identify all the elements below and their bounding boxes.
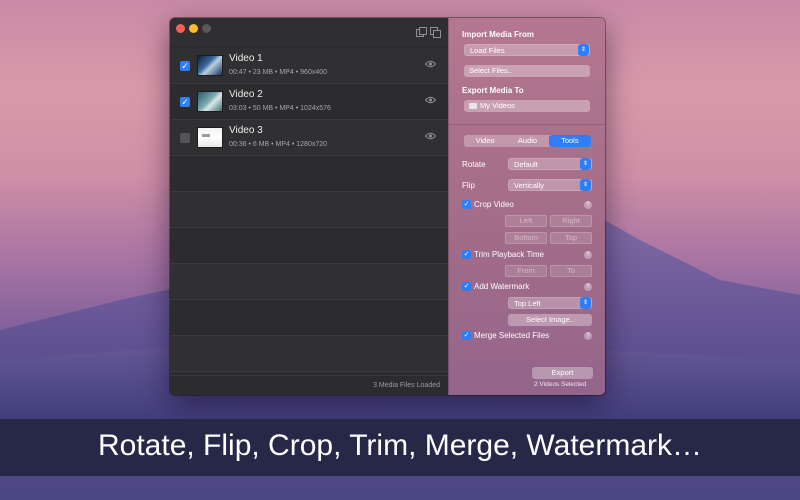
flip-value: Vertically [514, 181, 545, 190]
chevron-updown-icon: ⇕ [580, 158, 591, 170]
merge-label: Merge Selected Files [474, 331, 550, 340]
list-item[interactable]: ✓ Video 1 00:47 • 23 MB • MP4 • 960x400 [170, 48, 448, 84]
select-checkbox[interactable]: ✓ [180, 97, 190, 107]
video-thumbnail [197, 55, 223, 76]
videos-selected-status: 2 Videos Selected [534, 381, 587, 388]
rotate-label: Rotate [462, 160, 486, 169]
video-meta: 00:36 • 6 MB • MP4 • 1280x720 [229, 141, 328, 148]
chevron-updown-icon: ⇕ [580, 297, 591, 309]
merge-checkbox[interactable]: ✓ [462, 331, 471, 340]
list-item[interactable]: ✓ Video 2 03:03 • 50 MB • MP4 • 1024x576 [170, 84, 448, 120]
tab-audio[interactable]: Audio [506, 135, 548, 147]
export-button[interactable]: Export [532, 367, 593, 379]
import-source-select[interactable]: Load Files ⇕ [464, 44, 590, 56]
select-checkbox[interactable]: ✓ [180, 61, 190, 71]
trim-from-field[interactable]: From [505, 265, 547, 277]
watermark-label: Add Watermark [474, 282, 530, 291]
crop-checkbox[interactable]: ✓ [462, 200, 471, 209]
crop-label: Crop Video [474, 200, 514, 209]
window-duplicate-icon[interactable] [430, 27, 441, 38]
app-window: ✓ Video 1 00:47 • 23 MB • MP4 • 960x400 … [170, 18, 605, 395]
chevron-updown-icon: ⇕ [578, 44, 589, 56]
video-meta: 03:03 • 50 MB • MP4 • 1024x576 [229, 105, 331, 112]
trim-label: Trim Playback Time [474, 250, 544, 259]
tab-tools[interactable]: Tools [548, 135, 591, 147]
watermark-position-value: Top Left [514, 299, 541, 308]
select-checkbox[interactable] [180, 133, 190, 143]
export-destination-button[interactable]: My Videos [464, 100, 590, 112]
media-list: ✓ Video 1 00:47 • 23 MB • MP4 • 960x400 … [170, 48, 448, 372]
minimize-window-button[interactable] [189, 24, 198, 33]
watermark-help-icon[interactable]: ? [584, 283, 592, 291]
preview-eye-icon[interactable] [424, 60, 437, 71]
watermark-checkbox[interactable]: ✓ [462, 282, 471, 291]
export-label: Export Media To [462, 86, 524, 95]
video-title: Video 3 [229, 125, 263, 136]
import-source-value: Load Files [470, 46, 505, 55]
preview-eye-icon[interactable] [424, 132, 437, 143]
files-loaded-status: 3 Media Files Loaded [373, 382, 440, 389]
crop-right-field[interactable]: Right [550, 215, 592, 227]
trim-to-field[interactable]: To [550, 265, 592, 277]
export-destination-value: My Videos [480, 101, 515, 110]
watermark-position-select[interactable]: Top Left ⇕ [508, 297, 592, 309]
preview-eye-icon[interactable] [424, 96, 437, 107]
status-bar: 3 Media Files Loaded [170, 375, 448, 395]
section-divider [449, 124, 605, 125]
flip-select[interactable]: Vertically ⇕ [508, 179, 592, 191]
empty-row [170, 336, 448, 372]
tab-video[interactable]: Video [464, 135, 506, 147]
empty-row [170, 300, 448, 336]
empty-row [170, 228, 448, 264]
zoom-window-button[interactable] [202, 24, 211, 33]
rotate-value: Default [514, 160, 538, 169]
crop-top-field[interactable]: Top [550, 232, 592, 244]
import-label: Import Media From [462, 30, 535, 39]
media-list-pane: ✓ Video 1 00:47 • 23 MB • MP4 • 960x400 … [170, 18, 448, 395]
titlebar [170, 18, 448, 46]
empty-row [170, 156, 448, 192]
folder-icon [469, 103, 477, 109]
select-files-button[interactable]: Select Files.. [464, 65, 590, 77]
empty-row [170, 192, 448, 228]
list-item[interactable]: Video 3 00:36 • 6 MB • MP4 • 1280x720 [170, 120, 448, 156]
caption-text: Rotate, Flip, Crop, Trim, Merge, Waterma… [97, 429, 702, 462]
crop-bottom-field[interactable]: Bottom [505, 232, 547, 244]
empty-row [170, 264, 448, 300]
video-title: Video 1 [229, 53, 263, 64]
trim-checkbox[interactable]: ✓ [462, 250, 471, 259]
close-window-button[interactable] [176, 24, 185, 33]
settings-sidebar: Import Media From Load Files ⇕ Select Fi… [448, 18, 605, 395]
crop-left-field[interactable]: Left [505, 215, 547, 227]
caption-banner: Rotate, Flip, Crop, Trim, Merge, Waterma… [0, 419, 800, 476]
crop-help-icon[interactable]: ? [584, 201, 592, 209]
video-thumbnail [197, 91, 223, 112]
video-meta: 00:47 • 23 MB • MP4 • 960x400 [229, 69, 328, 76]
rotate-select[interactable]: Default ⇕ [508, 158, 592, 170]
video-title: Video 2 [229, 89, 263, 100]
merge-help-icon[interactable]: ? [584, 332, 592, 340]
window-stack-icon[interactable] [416, 27, 427, 38]
trim-help-icon[interactable]: ? [584, 251, 592, 259]
flip-label: Flip [462, 181, 475, 190]
video-thumbnail [197, 127, 223, 148]
select-image-button[interactable]: Select Image.. [508, 314, 592, 326]
tab-switcher: Video Audio Tools [464, 135, 591, 147]
chevron-updown-icon: ⇕ [580, 179, 591, 191]
